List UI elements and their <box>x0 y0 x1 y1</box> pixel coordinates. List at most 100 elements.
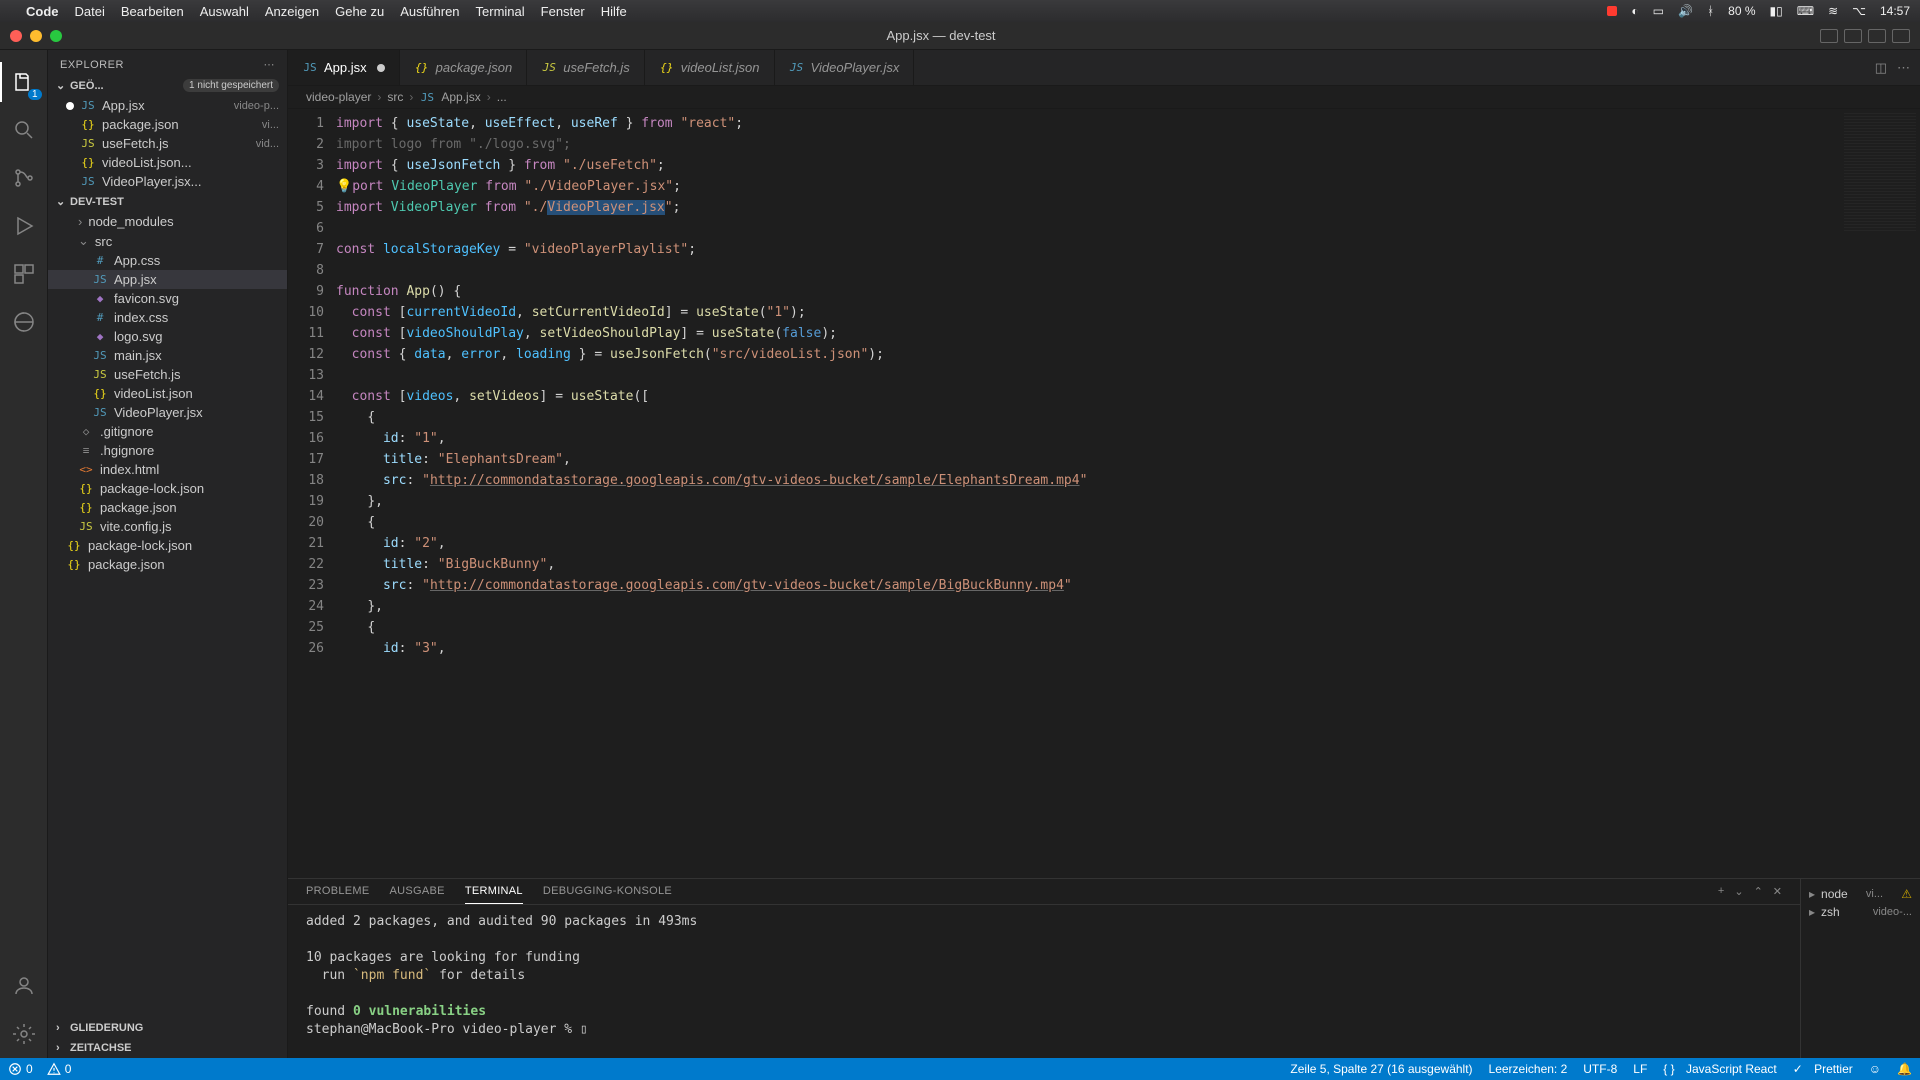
display-icon[interactable]: ▭ <box>1653 4 1664 18</box>
menu-selection[interactable]: Auswahl <box>200 4 249 19</box>
file-item[interactable]: {}package-lock.json <box>48 536 287 555</box>
battery-icon[interactable]: ▮▯ <box>1770 4 1783 18</box>
section-timeline[interactable]: › ZEITACHSE <box>48 1038 287 1058</box>
line-gutter[interactable]: 1234567891011121314151617181920212223242… <box>288 109 336 878</box>
status-bell-icon[interactable]: 🔔 <box>1897 1062 1912 1076</box>
status-feedback-icon[interactable]: ☺ <box>1869 1062 1881 1076</box>
file-item[interactable]: <>index.html <box>48 460 287 479</box>
status-warnings[interactable]: 0 <box>47 1062 72 1076</box>
layout-right-icon[interactable] <box>1868 29 1886 43</box>
open-editor-item[interactable]: JSuseFetch.jsvid... <box>48 134 287 153</box>
section-outline[interactable]: › GLIEDERUNG <box>48 1018 287 1038</box>
layout-full-icon[interactable] <box>1892 29 1910 43</box>
activity-search[interactable] <box>0 106 48 154</box>
file-item[interactable]: ◆favicon.svg <box>48 289 287 308</box>
window-maximize-button[interactable] <box>50 30 62 42</box>
breadcrumbs[interactable]: video-player› src› JS App.jsx› ... <box>288 86 1920 109</box>
sidebar-more-icon[interactable]: ⋯ <box>264 58 276 71</box>
section-open-editors[interactable]: ⌄ GEÖ... 1 nicht gespeichert <box>48 75 287 96</box>
recording-indicator-icon[interactable] <box>1607 6 1617 16</box>
file-item[interactable]: {}package.json <box>48 498 287 517</box>
file-item[interactable]: JSuseFetch.js <box>48 365 287 384</box>
file-item[interactable]: #App.css <box>48 251 287 270</box>
file-item[interactable]: ◇.gitignore <box>48 422 287 441</box>
control-center-icon[interactable]: ⌥ <box>1852 4 1866 18</box>
panel-tab[interactable]: PROBLEME <box>306 885 370 904</box>
terminal-dropdown-icon[interactable]: ⌄ <box>1734 885 1743 904</box>
menu-terminal[interactable]: Terminal <box>476 4 525 19</box>
activity-scm[interactable] <box>0 154 48 202</box>
menu-view[interactable]: Anzeigen <box>265 4 319 19</box>
open-editor-item[interactable]: {} videoList.json... <box>48 153 287 172</box>
layout-bottom-icon[interactable] <box>1844 29 1862 43</box>
open-editor-item[interactable]: JSApp.jsxvideo-p... <box>48 96 287 115</box>
folder-item[interactable]: ›node_modules <box>48 212 287 231</box>
wifi-icon[interactable]: ≋ <box>1828 4 1838 18</box>
layout-left-icon[interactable] <box>1820 29 1838 43</box>
menu-file[interactable]: Datei <box>75 4 105 19</box>
tab-more-icon[interactable]: ⋯ <box>1897 60 1910 76</box>
terminal-output[interactable]: added 2 packages, and audited 90 package… <box>288 905 1800 1058</box>
file-item[interactable]: JSVideoPlayer.jsx <box>48 403 287 422</box>
menu-app-name[interactable]: Code <box>26 4 59 19</box>
clock[interactable]: 14:57 <box>1880 4 1910 18</box>
activity-debug[interactable] <box>0 202 48 250</box>
status-prettier[interactable]: ✓ Prettier <box>1793 1062 1853 1076</box>
open-editor-item[interactable]: {}package.jsonvi... <box>48 115 287 134</box>
file-item[interactable]: {}package-lock.json <box>48 479 287 498</box>
activity-account[interactable] <box>0 962 48 1010</box>
editor-tab[interactable]: JSApp.jsx <box>288 50 400 85</box>
folder-item[interactable]: ⌄src <box>48 231 287 251</box>
split-editor-icon[interactable]: ◫ <box>1875 60 1887 76</box>
panel-close-icon[interactable]: ✕ <box>1773 885 1782 904</box>
file-item[interactable]: {}package.json <box>48 555 287 574</box>
file-item[interactable]: JSmain.jsx <box>48 346 287 365</box>
section-project[interactable]: ⌄ DEV-TEST <box>48 191 287 212</box>
keyboard-icon[interactable]: ⌨ <box>1797 4 1814 18</box>
code-editor[interactable]: import { useState, useEffect, useRef } f… <box>336 109 1840 878</box>
file-item[interactable]: #index.css <box>48 308 287 327</box>
editor-tab[interactable]: {}package.json <box>400 50 528 85</box>
new-terminal-icon[interactable]: + <box>1718 885 1724 904</box>
status-lang[interactable]: { } JavaScript React <box>1663 1062 1776 1076</box>
volume-icon[interactable]: 🔊 <box>1678 4 1693 18</box>
window-close-button[interactable] <box>10 30 22 42</box>
editor-tab[interactable]: JSVideoPlayer.jsx <box>775 50 915 85</box>
bluetooth-icon[interactable]: ᚼ <box>1707 4 1714 18</box>
status-spaces[interactable]: Leerzeichen: 2 <box>1489 1062 1568 1076</box>
open-editor-item[interactable]: JSVideoPlayer.jsx... <box>48 172 287 191</box>
file-item[interactable]: ◆logo.svg <box>48 327 287 346</box>
file-icon: JS <box>302 61 318 74</box>
battery-percent[interactable]: 80 % <box>1728 4 1755 18</box>
minimap[interactable] <box>1840 109 1920 878</box>
file-icon: {} <box>80 156 96 169</box>
file-item[interactable]: JSApp.jsx <box>48 270 287 289</box>
panel-tab[interactable]: AUSGABE <box>390 885 445 904</box>
terminal-instance[interactable]: ▸nodevi...⚠ <box>1809 885 1912 903</box>
editor-tab[interactable]: {}videoList.json <box>645 50 775 85</box>
menu-edit[interactable]: Bearbeiten <box>121 4 184 19</box>
activity-liveshare[interactable] <box>0 298 48 346</box>
menu-help[interactable]: Hilfe <box>601 4 627 19</box>
activity-extensions[interactable] <box>0 250 48 298</box>
status-cursor[interactable]: Zeile 5, Spalte 27 (16 ausgewählt) <box>1290 1062 1472 1076</box>
status-encoding[interactable]: UTF-8 <box>1583 1062 1617 1076</box>
file-item[interactable]: JSvite.config.js <box>48 517 287 536</box>
file-item[interactable]: {}videoList.json <box>48 384 287 403</box>
status-eol[interactable]: LF <box>1633 1062 1647 1076</box>
window-minimize-button[interactable] <box>30 30 42 42</box>
status-errors[interactable]: 0 <box>8 1062 33 1076</box>
menu-window[interactable]: Fenster <box>541 4 585 19</box>
editor-tab[interactable]: JSuseFetch.js <box>527 50 644 85</box>
activity-settings[interactable] <box>0 1010 48 1058</box>
activity-explorer[interactable]: 1 <box>0 58 48 106</box>
panel-maximize-icon[interactable]: ⌃ <box>1754 885 1763 904</box>
menubar-icon[interactable]: ◐ <box>1631 4 1638 18</box>
panel-tab[interactable]: TERMINAL <box>465 885 523 904</box>
terminal-instance[interactable]: ▸zshvideo-... <box>1809 903 1912 921</box>
menu-run[interactable]: Ausführen <box>400 4 459 19</box>
file-item[interactable]: ≡.hgignore <box>48 441 287 460</box>
file-label: videoList.json... <box>102 155 192 170</box>
menu-go[interactable]: Gehe zu <box>335 4 384 19</box>
panel-tab[interactable]: DEBUGGING-KONSOLE <box>543 885 672 904</box>
